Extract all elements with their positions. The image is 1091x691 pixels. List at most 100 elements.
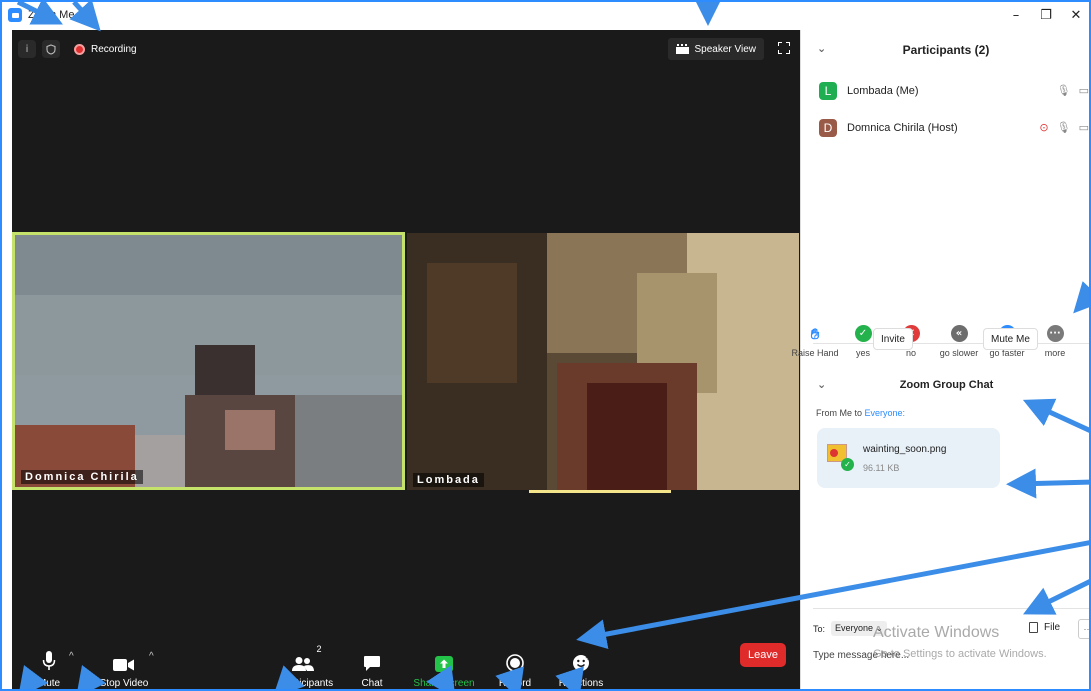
participants-title: Participants (2) [902,43,990,57]
chat-bubble-icon [363,644,381,672]
side-panel: ⌄ Participants (2) L Lombada (Me) 🎙︎ ▭ D… [791,30,1089,689]
share-screen-icon [435,644,453,672]
check-icon: ✓ [854,325,872,342]
reaction-label: go slower [939,348,979,358]
to-label: To: [813,623,826,634]
minimize-button[interactable]: – [1001,2,1031,28]
collapse-chevron-icon[interactable]: ⌄ [817,42,826,55]
nonverbal-feedback-bar: ✋︎ Raise Hand ✓ yes ✕ no « go slower » g… [791,324,1082,359]
reactions-label: Reactions [558,678,604,689]
recording-indicator-icon: ⊙ [1039,121,1049,134]
mute-label: Mute [37,678,61,689]
speaker-view-button[interactable]: Speaker View [668,38,764,60]
mute-button[interactable]: Mute [34,644,64,689]
info-icon[interactable]: i [18,40,36,58]
avatar: D [819,118,837,137]
window-title: Zoom Me [28,9,75,21]
record-button[interactable]: Record [498,644,532,689]
share-screen-label: Share Screen [413,678,475,689]
window-controls: – ❐ ✕ [1001,2,1089,28]
participant-name: Lombada (Me) [847,84,919,97]
video-tile-lombada[interactable]: Lombada [407,233,799,490]
chat-title: Zoom Group Chat [899,379,994,391]
participants-button[interactable]: 2 Participants [278,644,336,689]
tile-name-label: Domnica Chirila [21,470,143,484]
watermark-line-1: Activate Windows [873,624,1000,641]
fullscreen-icon[interactable] [778,42,790,54]
tile-name-label: Lombada [413,473,484,487]
recipient-link[interactable]: Everyone: [865,408,906,418]
chat-label: Chat [361,678,383,689]
video-icon[interactable]: ▭ [1079,84,1089,97]
go-slower-button[interactable]: « go slower [935,325,983,358]
stop-video-label: Stop Video [99,678,149,689]
divider [813,343,1089,344]
audio-level-bar [529,490,671,493]
more-button[interactable]: ··· more [1031,325,1079,358]
invite-button[interactable]: Invite [873,328,913,350]
reaction-label: Raise Hand [791,348,839,358]
record-label: Record [498,678,532,689]
raise-hand-button[interactable]: ✋︎ Raise Hand [791,324,839,359]
meeting-status: i Recording [18,40,137,58]
avatar: L [819,81,837,100]
recipient-value: Everyone [835,623,874,633]
microphone-icon [42,644,56,672]
file-message[interactable]: ✓ wainting_soon.png 96.11 KB [817,428,1000,488]
zoom-app-icon [8,8,22,22]
record-icon [506,644,524,672]
file-size: 96.11 KB [863,463,900,473]
close-button[interactable]: ✕ [1061,2,1089,28]
mute-me-button[interactable]: Mute Me [983,328,1038,350]
mute-options-chevron-icon[interactable]: ^ [69,651,74,662]
divider [813,608,1089,609]
participant-name: Domnica Chirila (Host) [847,121,958,134]
check-icon: ✓ [841,458,854,471]
reactions-button[interactable]: + Reactions [556,644,606,689]
title-bar: Zoom Me – ❐ ✕ [2,2,1089,28]
participant-row[interactable]: D Domnica Chirila (Host) ⊙ 🎙︎ ▭ [801,109,1089,146]
message-input[interactable]: Type message here... [813,650,909,661]
chat-more-button[interactable]: ··· [1078,619,1089,639]
chat-header: ⌄ Zoom Group Chat [801,370,1089,400]
more-icon: ··· [1046,325,1064,342]
video-icon[interactable]: ▭ [1079,121,1089,134]
recording-label: Recording [91,43,137,55]
participant-row[interactable]: L Lombada (Me) 🎙︎ ▭ [801,72,1089,109]
reaction-label: yes [855,348,870,358]
speaker-view-label: Speaker View [694,43,756,55]
participant-status: 🎙︎ ▭ [1057,84,1089,97]
rewind-icon: « [950,325,968,342]
chat-from-line: From Me to Everyone: [816,408,905,418]
video-options-chevron-icon[interactable]: ^ [149,651,154,662]
participants-icon: 2 [292,644,322,672]
grid-icon [676,44,690,54]
meeting-toolbar: Mute ^ Stop Video ^ 2 Participants Chat … [12,627,800,689]
video-tile-domnica[interactable]: Domnica Chirila [12,232,405,490]
meeting-area: i Recording Speaker View Domnica Chirila… [12,30,800,689]
recording-dot-icon [74,43,85,55]
leave-button[interactable]: Leave [740,643,786,667]
participants-label: Participants [280,678,334,689]
video-camera-icon [113,644,135,672]
chat-button[interactable]: Chat [357,644,387,689]
stop-video-button[interactable]: Stop Video [96,644,152,689]
participants-header: ⌄ Participants (2) [801,30,1089,70]
smiley-icon: + [572,644,590,672]
microphone-icon[interactable]: 🎙︎ [1057,121,1071,134]
microphone-icon[interactable]: 🎙︎ [1057,84,1071,97]
recipient-select[interactable]: Everyone ⌄ [831,621,888,636]
svg-text:+: + [585,654,590,662]
collapse-chevron-icon[interactable]: ⌄ [817,378,826,391]
raise-hand-icon: ✋︎ [810,324,820,343]
participants-count-badge: 2 [316,644,322,654]
shield-icon[interactable] [42,40,60,58]
file-icon [1029,622,1038,633]
share-screen-button[interactable]: Share Screen [413,644,475,689]
restore-button[interactable]: ❐ [1031,2,1061,28]
zoom-window: Zoom Me – ❐ ✕ i Recording Speaker View D… [0,0,1091,691]
file-name: wainting_soon.png [863,444,947,455]
file-button[interactable]: File [1029,622,1060,633]
participant-status: ⊙ 🎙︎ ▭ [1039,121,1089,134]
recipient-row: To: Everyone ⌄ [813,621,888,636]
